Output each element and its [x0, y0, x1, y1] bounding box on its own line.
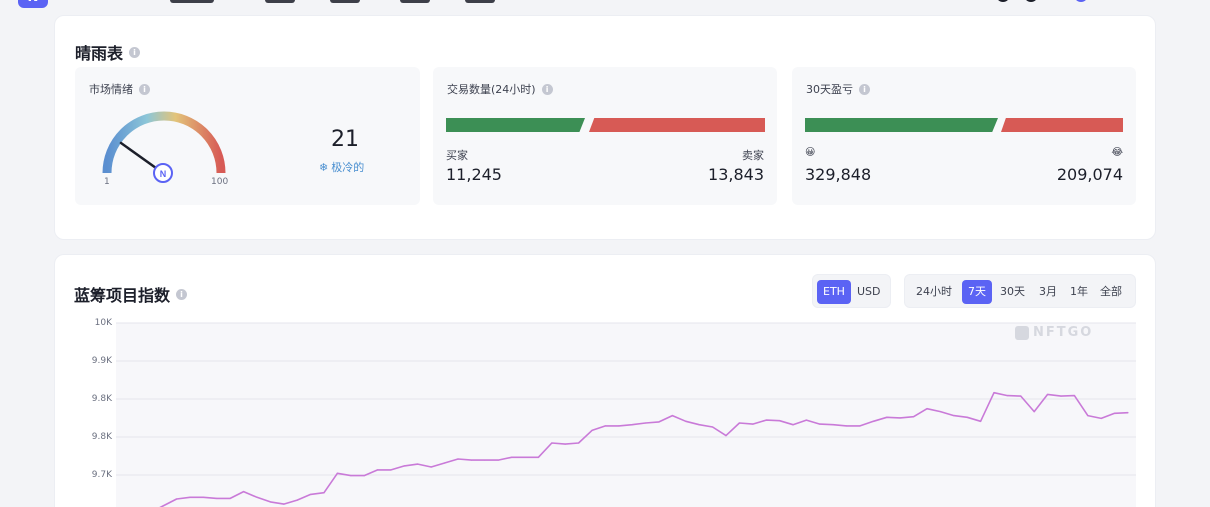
trade-count-tile: 交易数量(24小时) i 买家 卖家 11,245 13,843 — [433, 67, 777, 205]
buyers-value: 11,245 — [446, 165, 502, 184]
chart-watermark: NFTGO — [1015, 325, 1093, 340]
y-tick-label: 9.8K — [91, 432, 112, 442]
buyers-bar — [446, 118, 585, 132]
barometer-heading: 晴雨表 i — [75, 40, 141, 64]
market-sentiment-title: 市场情绪 — [89, 83, 133, 96]
snowflake-icon: ❄ — [319, 160, 329, 174]
y-tick-label: 9.8K — [91, 394, 112, 404]
sentiment-label: ❄ 极冷的 — [319, 159, 364, 175]
nav-link-1[interactable] — [170, 0, 214, 3]
info-icon[interactable]: i — [859, 83, 870, 95]
time-range-toggle: 24小时 7天 30天 3月 1年 全部 — [904, 274, 1136, 308]
range-1y-button[interactable]: 1年 — [1064, 280, 1094, 304]
nav-link-2[interactable] — [265, 0, 295, 3]
theme-icon[interactable] — [1024, 0, 1038, 2]
range-7d-button[interactable]: 7天 — [962, 280, 992, 304]
barometer-card: 晴雨表 i 市场情绪 i N 1 100 21 ❄ 极冷的 交易数量(24小时)… — [54, 15, 1156, 240]
currency-eth-button[interactable]: ETH — [817, 280, 851, 304]
currency-toggle: ETH USD — [812, 274, 891, 308]
bluechip-heading: 蓝筹项目指数 i — [74, 282, 188, 306]
profit-bar — [805, 118, 998, 132]
wallet-icon[interactable] — [1074, 0, 1088, 2]
profit-value: 329,848 — [805, 165, 872, 184]
info-icon[interactable]: i — [129, 46, 141, 58]
bluechip-title: 蓝筹项目指数 — [74, 286, 171, 305]
range-3m-button[interactable]: 3月 — [1033, 280, 1063, 304]
svg-text:N: N — [160, 169, 167, 179]
range-all-button[interactable]: 全部 — [1094, 280, 1128, 304]
sentiment-label-text: 极冷的 — [331, 161, 365, 174]
trade-count-heading: 交易数量(24小时) i — [447, 81, 553, 97]
loss-emoji-icon: 😂 — [1111, 147, 1123, 158]
gauge-min-label: 1 — [104, 177, 110, 187]
sellers-label: 卖家 — [742, 149, 764, 162]
info-icon[interactable]: i — [541, 83, 553, 95]
nftgo-watermark-icon — [1015, 325, 1029, 340]
nav-link-4[interactable] — [400, 0, 430, 3]
sellers-bar — [589, 118, 765, 132]
y-tick-label: 9.9K — [91, 356, 112, 366]
currency-usd-button[interactable]: USD — [851, 280, 887, 304]
loss-bar — [1001, 118, 1123, 132]
nftgo-logo-icon[interactable]: N — [18, 0, 48, 8]
range-24h-button[interactable]: 24小时 — [910, 280, 958, 304]
sellers-value: 13,843 — [708, 165, 764, 184]
chart-plot-area — [116, 323, 1136, 507]
range-30d-button[interactable]: 30天 — [994, 280, 1031, 304]
market-sentiment-heading: 市场情绪 i — [89, 81, 150, 97]
gauge-max-label: 100 — [211, 177, 229, 187]
nav-link-5[interactable] — [465, 0, 495, 3]
profit-emoji-icon: 😀 — [805, 147, 816, 158]
sentiment-gauge: N — [102, 111, 226, 183]
pnl-tile: 30天盈亏 i 😀 😂 329,848 209,074 — [792, 67, 1136, 205]
buyers-label: 买家 — [446, 149, 468, 162]
loss-value: 209,074 — [1056, 165, 1123, 184]
trade-count-title: 交易数量(24小时) — [447, 83, 536, 96]
top-nav: N — [0, 0, 1210, 12]
pnl-heading: 30天盈亏 i — [806, 81, 870, 97]
y-tick-label: 9.7K — [91, 470, 112, 480]
y-tick-label: 10K — [94, 318, 112, 328]
help-icon[interactable] — [996, 0, 1010, 2]
sentiment-value: 21 — [331, 127, 359, 152]
pnl-title: 30天盈亏 — [806, 83, 853, 96]
info-icon[interactable]: i — [139, 83, 150, 95]
nav-link-3[interactable] — [330, 0, 360, 3]
watermark-text: NFTGO — [1033, 325, 1094, 340]
barometer-title: 晴雨表 — [75, 44, 124, 63]
market-sentiment-tile: 市场情绪 i N 1 100 21 ❄ 极冷的 — [75, 67, 420, 205]
info-icon[interactable]: i — [176, 288, 188, 300]
